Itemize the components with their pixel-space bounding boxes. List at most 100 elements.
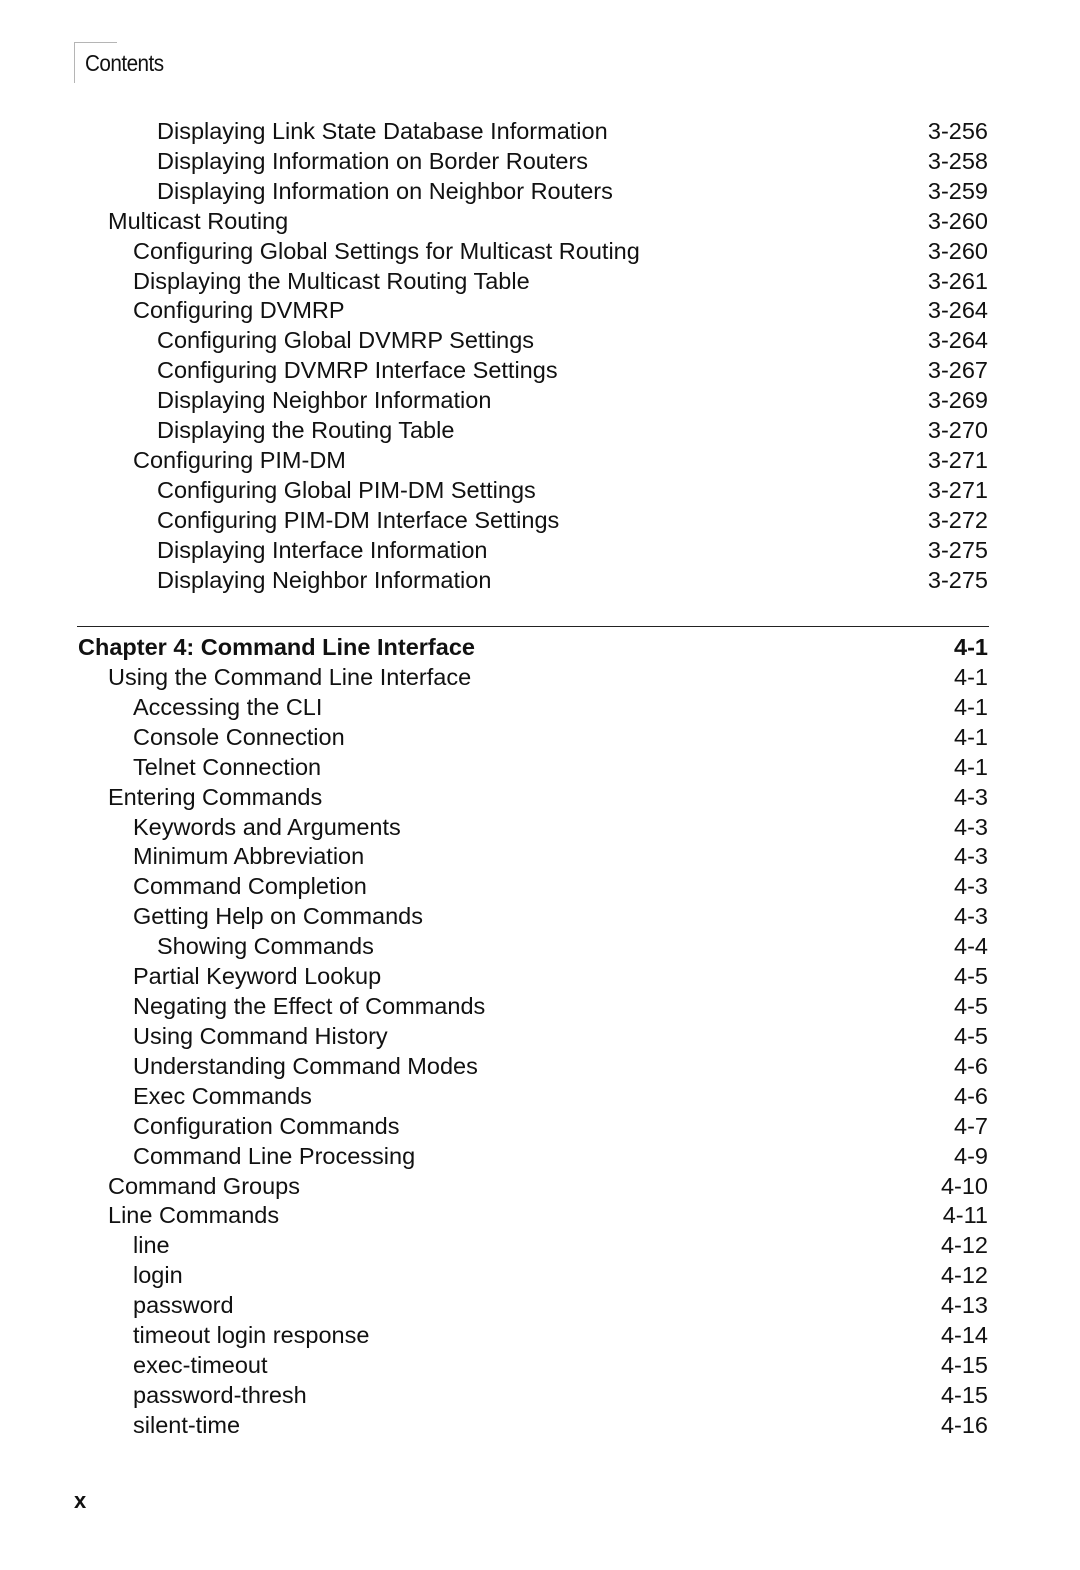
toc-entry[interactable]: Displaying Neighbor Information 3-275	[78, 565, 988, 595]
toc-entry[interactable]: exec-timeout 4-15	[78, 1350, 988, 1380]
toc-entry[interactable]: Understanding Command Modes 4-6	[78, 1051, 988, 1081]
toc-entry-title: Using the Command Line Interface	[108, 663, 472, 690]
toc-entry[interactable]: Accessing the CLI 4-1	[78, 692, 988, 722]
toc-entry[interactable]: Configuring DVMRP Interface Settings 3-26…	[78, 355, 988, 385]
running-header-title: Contents	[85, 50, 164, 76]
toc-entry-page-number: 4-5	[954, 963, 988, 990]
toc-entry-page-number: 3-272	[927, 506, 988, 533]
toc-entry-title: Configuring Global PIM-DM Settings	[157, 476, 536, 503]
toc-entry-page-number: 4-1	[954, 723, 988, 750]
toc-chapter-entry[interactable]: Chapter 4: Command Line Interface 4-1	[78, 632, 988, 662]
toc-entry[interactable]: Configuring Global DVMRP Settings 3-264	[78, 325, 988, 355]
toc-entry[interactable]: Command Completion 4-3	[78, 871, 988, 901]
toc-entry[interactable]: Command Groups 4-10	[78, 1171, 988, 1201]
toc-entry[interactable]: Console Connection 4-1	[78, 722, 988, 752]
toc-entry-title: login	[133, 1262, 183, 1289]
toc-entry-title: Command Completion	[133, 873, 367, 900]
toc-entry-title: Command Line Processing	[133, 1142, 416, 1169]
toc-entry[interactable]: Negating the Effect of Commands 4-5	[78, 991, 988, 1021]
toc-entry-title: Configuration Commands	[133, 1112, 400, 1139]
toc-entry[interactable]: Configuring Global Settings for Multicas…	[78, 236, 988, 266]
toc-entry-title: Displaying Neighbor Information	[157, 387, 492, 414]
toc-entry[interactable]: Displaying Neighbor Information 3-269	[78, 385, 988, 415]
toc-entry-page-number: 4-14	[940, 1322, 988, 1349]
toc-entry[interactable]: Configuration Commands 4-7	[78, 1111, 988, 1141]
toc-entry[interactable]: Configuring PIM-DM Interface Settings 3-2…	[78, 505, 988, 535]
toc-entry-page-number: 4-3	[954, 843, 988, 870]
toc-entry[interactable]: Minimum Abbreviation 4-3	[78, 841, 988, 871]
toc-entry-title: Displaying Information on Border Routers	[157, 147, 589, 174]
toc-entry[interactable]: Showing Commands 4-4	[78, 931, 988, 961]
toc-entry-title: Multicast Routing	[108, 207, 289, 234]
toc-entry-page-number: 4-15	[940, 1352, 988, 1379]
toc-entry[interactable]: login 4-12	[78, 1260, 988, 1290]
toc-entry-title: Using Command History	[133, 1022, 388, 1049]
toc-entry-title: silent-time	[133, 1411, 241, 1438]
toc-entry-title: Line Commands	[108, 1202, 280, 1229]
toc-entry[interactable]: Displaying Interface Information 3-275	[78, 535, 988, 565]
toc-entry-title: Command Groups	[108, 1172, 300, 1199]
toc-entry-page-number: 3-259	[927, 177, 988, 204]
toc-entry[interactable]: Entering Commands 4-3	[78, 782, 988, 812]
toc-entry-title: timeout login response	[133, 1322, 370, 1349]
toc-entry[interactable]: Telnet Connection 4-1	[78, 752, 988, 782]
toc-entry-page-number: 3-261	[927, 267, 988, 294]
toc-entry-title: Configuring DVMRP Interface Settings	[157, 357, 558, 384]
toc-entry-page-number: 4-6	[954, 1052, 988, 1079]
toc-entry[interactable]: Configuring PIM-DM 3-271	[78, 445, 988, 475]
toc-entry[interactable]: Keywords and Arguments 4-3	[78, 812, 988, 842]
toc-entry-page-number: 3-269	[927, 387, 988, 414]
toc-entry[interactable]: Exec Commands 4-6	[78, 1081, 988, 1111]
toc-entry[interactable]: silent-time 4-16	[78, 1410, 988, 1440]
toc-entry[interactable]: Multicast Routing 3-260	[78, 206, 988, 236]
toc-entry[interactable]: Displaying Information on Neighbor Route…	[78, 176, 988, 206]
toc-entry-page-number: 3-267	[927, 357, 988, 384]
toc-entry-title: Showing Commands	[157, 933, 374, 960]
toc-entry-title: Entering Commands	[108, 783, 323, 810]
toc-entry-title: Minimum Abbreviation	[133, 843, 365, 870]
toc-entry[interactable]: Line Commands 4-11	[78, 1200, 988, 1230]
toc-entry-title: Console Connection	[133, 723, 345, 750]
toc-entry[interactable]: timeout login response 4-14	[78, 1320, 988, 1350]
toc-entry-title: Getting Help on Commands	[133, 903, 423, 930]
toc-entry-page-number: 4-3	[954, 783, 988, 810]
toc-entry-page-number: 4-1	[954, 634, 988, 660]
toc-entry[interactable]: Displaying the Routing Table 3-270	[78, 415, 988, 445]
toc-entry-page-number: 4-3	[954, 873, 988, 900]
toc-entry[interactable]: password-thresh 4-15	[78, 1380, 988, 1410]
toc-entry-page-number: 4-1	[954, 753, 988, 780]
toc-entry[interactable]: Displaying the Multicast Routing Table 3-…	[78, 266, 988, 296]
toc-entry-title: line	[133, 1232, 170, 1259]
toc-entry[interactable]: Using Command History 4-5	[78, 1021, 988, 1051]
toc-entry-page-number: 4-9	[954, 1142, 988, 1169]
toc-entry-title: Negating the Effect of Commands	[133, 993, 486, 1020]
toc-entry[interactable]: Command Line Processing 4-9	[78, 1141, 988, 1171]
toc-entry-page-number: 4-4	[954, 933, 988, 960]
toc-entry-title: Accessing the CLI	[133, 693, 323, 720]
toc-entry[interactable]: Getting Help on Commands 4-3	[78, 901, 988, 931]
toc-entry-title: Configuring Global DVMRP Settings	[157, 327, 535, 354]
toc-entry-title: Displaying Neighbor Information	[157, 566, 492, 593]
toc-entry[interactable]: Using the Command Line Interface 4-1	[78, 662, 988, 692]
toc-entry-page-number: 4-6	[954, 1082, 988, 1109]
toc-entry[interactable]: Displaying Link State Database Informati…	[78, 116, 988, 146]
toc-entry-page-number: 3-264	[927, 327, 988, 354]
toc-entry-page-number: 3-275	[927, 536, 988, 563]
toc-entry[interactable]: Configuring Global PIM-DM Settings 3-271	[78, 475, 988, 505]
toc-entry-title: Partial Keyword Lookup	[133, 963, 382, 990]
toc-entry-page-number: 3-275	[927, 566, 988, 593]
toc-entry-page-number: 4-1	[954, 693, 988, 720]
toc-entry-title: Configuring DVMRP	[133, 297, 345, 324]
toc-entry-page-number: 3-256	[927, 118, 988, 144]
toc-entry-page-number: 3-271	[927, 446, 988, 473]
toc-entry[interactable]: Displaying Information on Border Routers…	[78, 146, 988, 176]
toc-entry[interactable]: Partial Keyword Lookup 4-5	[78, 961, 988, 991]
toc-entry-title: password	[133, 1292, 234, 1319]
toc-entry-page-number: 4-3	[954, 813, 988, 840]
toc-entry-page-number: 4-10	[940, 1172, 988, 1199]
toc-entry[interactable]: line 4-12	[78, 1230, 988, 1260]
toc-entry-page-number: 3-260	[927, 237, 988, 264]
toc-entry[interactable]: Configuring DVMRP 3-264	[78, 295, 988, 325]
toc-entry[interactable]: password 4-13	[78, 1290, 988, 1320]
toc-entry-page-number: 4-5	[954, 993, 988, 1020]
